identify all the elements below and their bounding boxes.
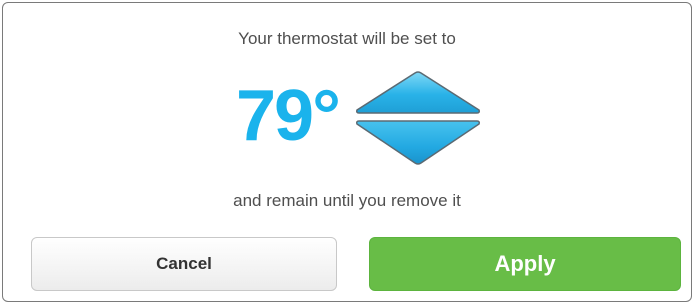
temperature-stepper bbox=[356, 71, 480, 165]
cancel-button[interactable]: Cancel bbox=[31, 237, 337, 291]
triangle-down-icon[interactable] bbox=[356, 120, 480, 165]
triangle-up-icon[interactable] bbox=[356, 71, 480, 114]
dialog-heading: Your thermostat will be set to bbox=[238, 29, 456, 48]
temperature-value: 79° bbox=[236, 76, 341, 156]
temperature-row: 79° bbox=[3, 69, 691, 169]
dialog-subtext: and remain until you remove it bbox=[233, 191, 461, 210]
thermostat-dialog: Your thermostat will be set to 79° and r… bbox=[2, 2, 692, 302]
apply-button[interactable]: Apply bbox=[369, 237, 681, 291]
